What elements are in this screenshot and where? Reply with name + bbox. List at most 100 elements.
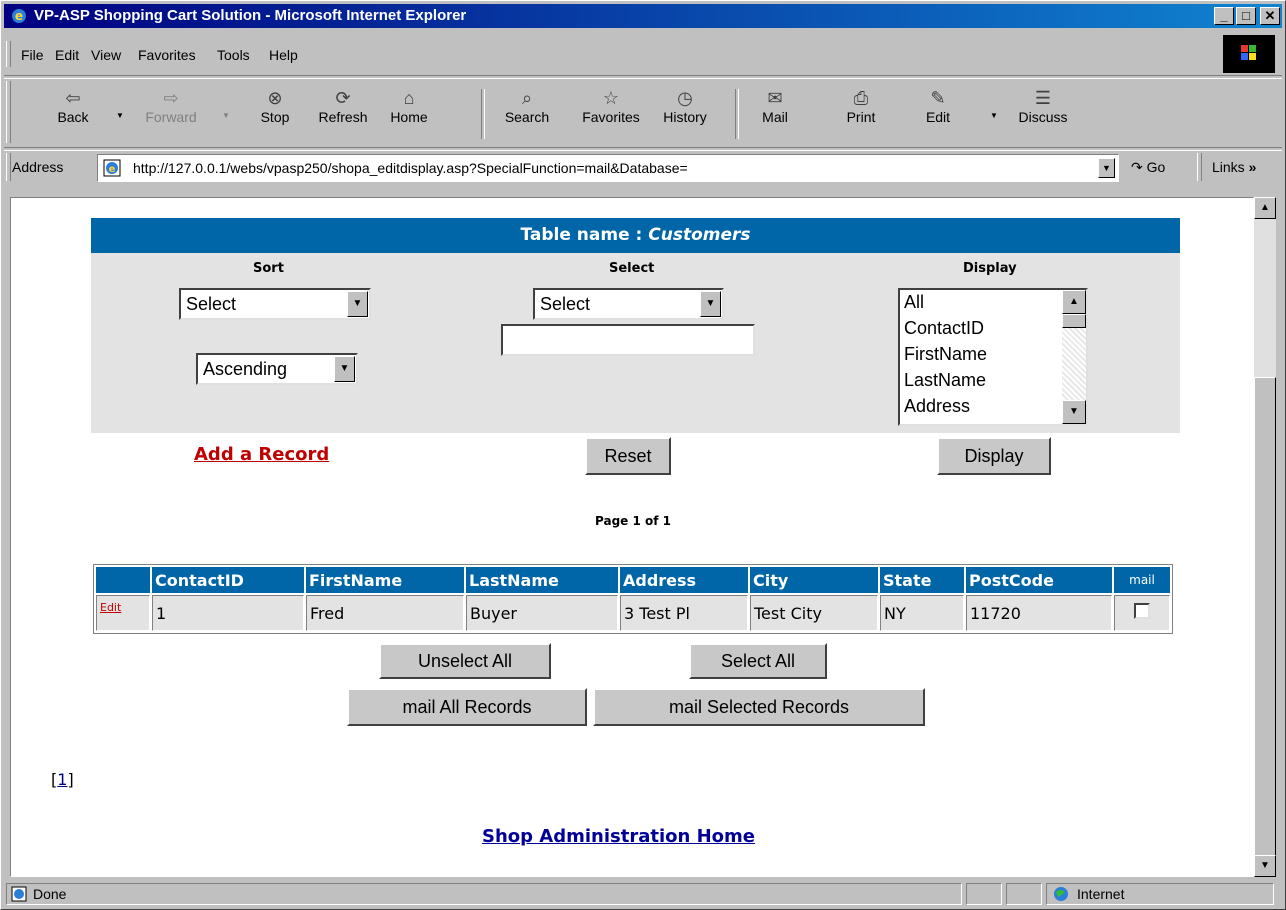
- ie-logo-icon: e: [12, 9, 26, 23]
- table-cell: 3 Test Pl: [620, 595, 748, 631]
- edit-link[interactable]: Edit: [100, 601, 121, 614]
- content-viewport: Table name : Customers Sort Select Displ…: [10, 197, 1254, 877]
- page-scrollbar[interactable]: ▲ ▼: [1254, 197, 1276, 877]
- address-label: Address: [12, 159, 64, 175]
- pager: [1]: [51, 770, 74, 789]
- reset-button[interactable]: Reset: [585, 437, 671, 475]
- display-listbox[interactable]: All ContactID FirstName LastName Address…: [898, 288, 1088, 426]
- column-header: City: [750, 567, 878, 593]
- discuss-icon: ☰: [1034, 88, 1052, 108]
- svg-text:e: e: [109, 164, 116, 175]
- address-dropdown-icon[interactable]: ▼: [1098, 158, 1115, 178]
- menubar-grip[interactable]: [6, 41, 11, 67]
- column-header: LastName: [466, 567, 618, 593]
- refresh-button[interactable]: ⟳ Refresh: [313, 87, 373, 125]
- search-icon: ⌕: [521, 88, 533, 108]
- select-field-select[interactable]: Select ▼: [533, 288, 724, 320]
- select-heading: Select: [609, 261, 655, 276]
- listbox-option[interactable]: FirstName: [904, 344, 987, 365]
- edit-button[interactable]: ✎ Edit: [908, 87, 968, 125]
- print-button[interactable]: ⎙ Print: [831, 87, 891, 125]
- status-panel: [1006, 883, 1042, 905]
- scroll-down-icon[interactable]: ▼: [1062, 400, 1086, 424]
- edit-dropdown-icon[interactable]: ▼: [990, 111, 998, 120]
- listbox-option[interactable]: LastName: [904, 370, 986, 391]
- address-url: http://127.0.0.1/webs/vpasp250/shopa_edi…: [133, 160, 688, 176]
- table-cell: 11720: [966, 595, 1112, 631]
- windows-logo-icon: [1223, 35, 1275, 73]
- home-button[interactable]: ⌂ Home: [379, 87, 439, 125]
- display-heading: Display: [963, 261, 1017, 276]
- add-record-link[interactable]: Add a Record: [194, 444, 329, 465]
- title-bar: e VP-ASP Shopping Cart Solution - Micros…: [4, 4, 1282, 28]
- maximize-button[interactable]: □: [1236, 7, 1256, 25]
- print-icon: ⎙: [853, 88, 869, 108]
- address-field[interactable]: e http://127.0.0.1/webs/vpasp250/shopa_e…: [97, 154, 1119, 182]
- browser-window: e VP-ASP Shopping Cart Solution - Micros…: [0, 0, 1286, 910]
- globe-icon: [1054, 887, 1068, 901]
- status-panel: [966, 883, 1002, 905]
- column-header: State: [880, 567, 964, 593]
- page-icon: [11, 886, 27, 902]
- toolbar-divider: [4, 147, 1282, 151]
- select-all-button[interactable]: Select All: [689, 643, 827, 679]
- mail-checkbox[interactable]: [1134, 603, 1150, 619]
- table-cell: NY: [880, 595, 964, 631]
- select-value-input[interactable]: [501, 324, 755, 356]
- listbox-option[interactable]: ContactID: [904, 318, 984, 339]
- toolbar-grip[interactable]: [6, 81, 11, 143]
- forward-dropdown-icon[interactable]: ▼: [222, 111, 230, 120]
- stop-button[interactable]: ⊗ Stop: [245, 87, 305, 125]
- search-button[interactable]: ⌕ Search: [497, 87, 557, 125]
- scroll-up-icon[interactable]: ▲: [1254, 197, 1276, 219]
- toolbar-separator: [735, 89, 739, 139]
- mail-selected-records-button[interactable]: mail Selected Records: [593, 688, 925, 726]
- page-icon: e: [103, 159, 121, 177]
- mail-icon: ✉: [767, 88, 783, 108]
- pager-page-link[interactable]: 1: [57, 770, 67, 789]
- display-button[interactable]: Display: [937, 437, 1051, 475]
- back-button[interactable]: ⇦ Back: [43, 87, 103, 125]
- shop-admin-home-link[interactable]: Shop Administration Home: [482, 826, 755, 847]
- links-grip[interactable]: [1197, 153, 1202, 181]
- favorites-button[interactable]: ☆ Favorites: [571, 87, 651, 125]
- zone-panel: Internet: [1046, 883, 1274, 905]
- column-header: FirstName: [306, 567, 464, 593]
- addressbar-grip[interactable]: [6, 153, 11, 181]
- go-button[interactable]: ↷ Go: [1131, 159, 1165, 176]
- filter-panel: Sort Select Display Select ▼ Ascending ▼…: [91, 253, 1180, 433]
- links-button[interactable]: Links »: [1212, 159, 1256, 175]
- history-button[interactable]: ◷ History: [655, 87, 715, 125]
- table-name: Customers: [648, 225, 751, 245]
- discuss-button[interactable]: ☰ Discuss: [1013, 87, 1073, 125]
- status-bar: Done Internet: [4, 881, 1282, 907]
- listbox-option[interactable]: All: [904, 292, 924, 313]
- unselect-all-button[interactable]: Unselect All: [379, 643, 551, 679]
- back-dropdown-icon[interactable]: ▼: [116, 111, 124, 120]
- go-arrow-icon: ↷: [1131, 159, 1143, 175]
- sort-order-select[interactable]: Ascending ▼: [196, 353, 358, 385]
- sort-field-select[interactable]: Select ▼: [179, 288, 371, 320]
- menu-favorites[interactable]: Favorites: [138, 47, 196, 63]
- table-cell: 1: [152, 595, 304, 631]
- listbox-option[interactable]: Address: [904, 396, 970, 417]
- menu-help[interactable]: Help: [269, 47, 298, 63]
- column-header-edit: [96, 567, 150, 593]
- page-scroll-thumb[interactable]: [1254, 377, 1276, 857]
- scroll-down-icon[interactable]: ▼: [1254, 855, 1276, 877]
- mail-button[interactable]: ✉ Mail: [745, 87, 805, 125]
- menu-view[interactable]: View: [91, 47, 121, 63]
- mail-all-records-button[interactable]: mail All Records: [347, 688, 587, 726]
- scroll-up-icon[interactable]: ▲: [1062, 290, 1086, 314]
- menu-file[interactable]: File: [21, 47, 44, 63]
- stop-icon: ⊗: [267, 88, 283, 108]
- forward-button[interactable]: ⇨ Forward: [141, 87, 201, 125]
- back-arrow-icon: ⇦: [65, 88, 81, 108]
- close-button[interactable]: ✕: [1260, 7, 1280, 25]
- minimize-button[interactable]: _: [1214, 7, 1234, 25]
- listbox-scroll-thumb[interactable]: [1062, 314, 1086, 328]
- table-cell: Buyer: [466, 595, 618, 631]
- listbox-scrollbar[interactable]: ▲ ▼: [1062, 290, 1086, 424]
- menu-tools[interactable]: Tools: [217, 47, 250, 63]
- menu-edit[interactable]: Edit: [55, 47, 79, 63]
